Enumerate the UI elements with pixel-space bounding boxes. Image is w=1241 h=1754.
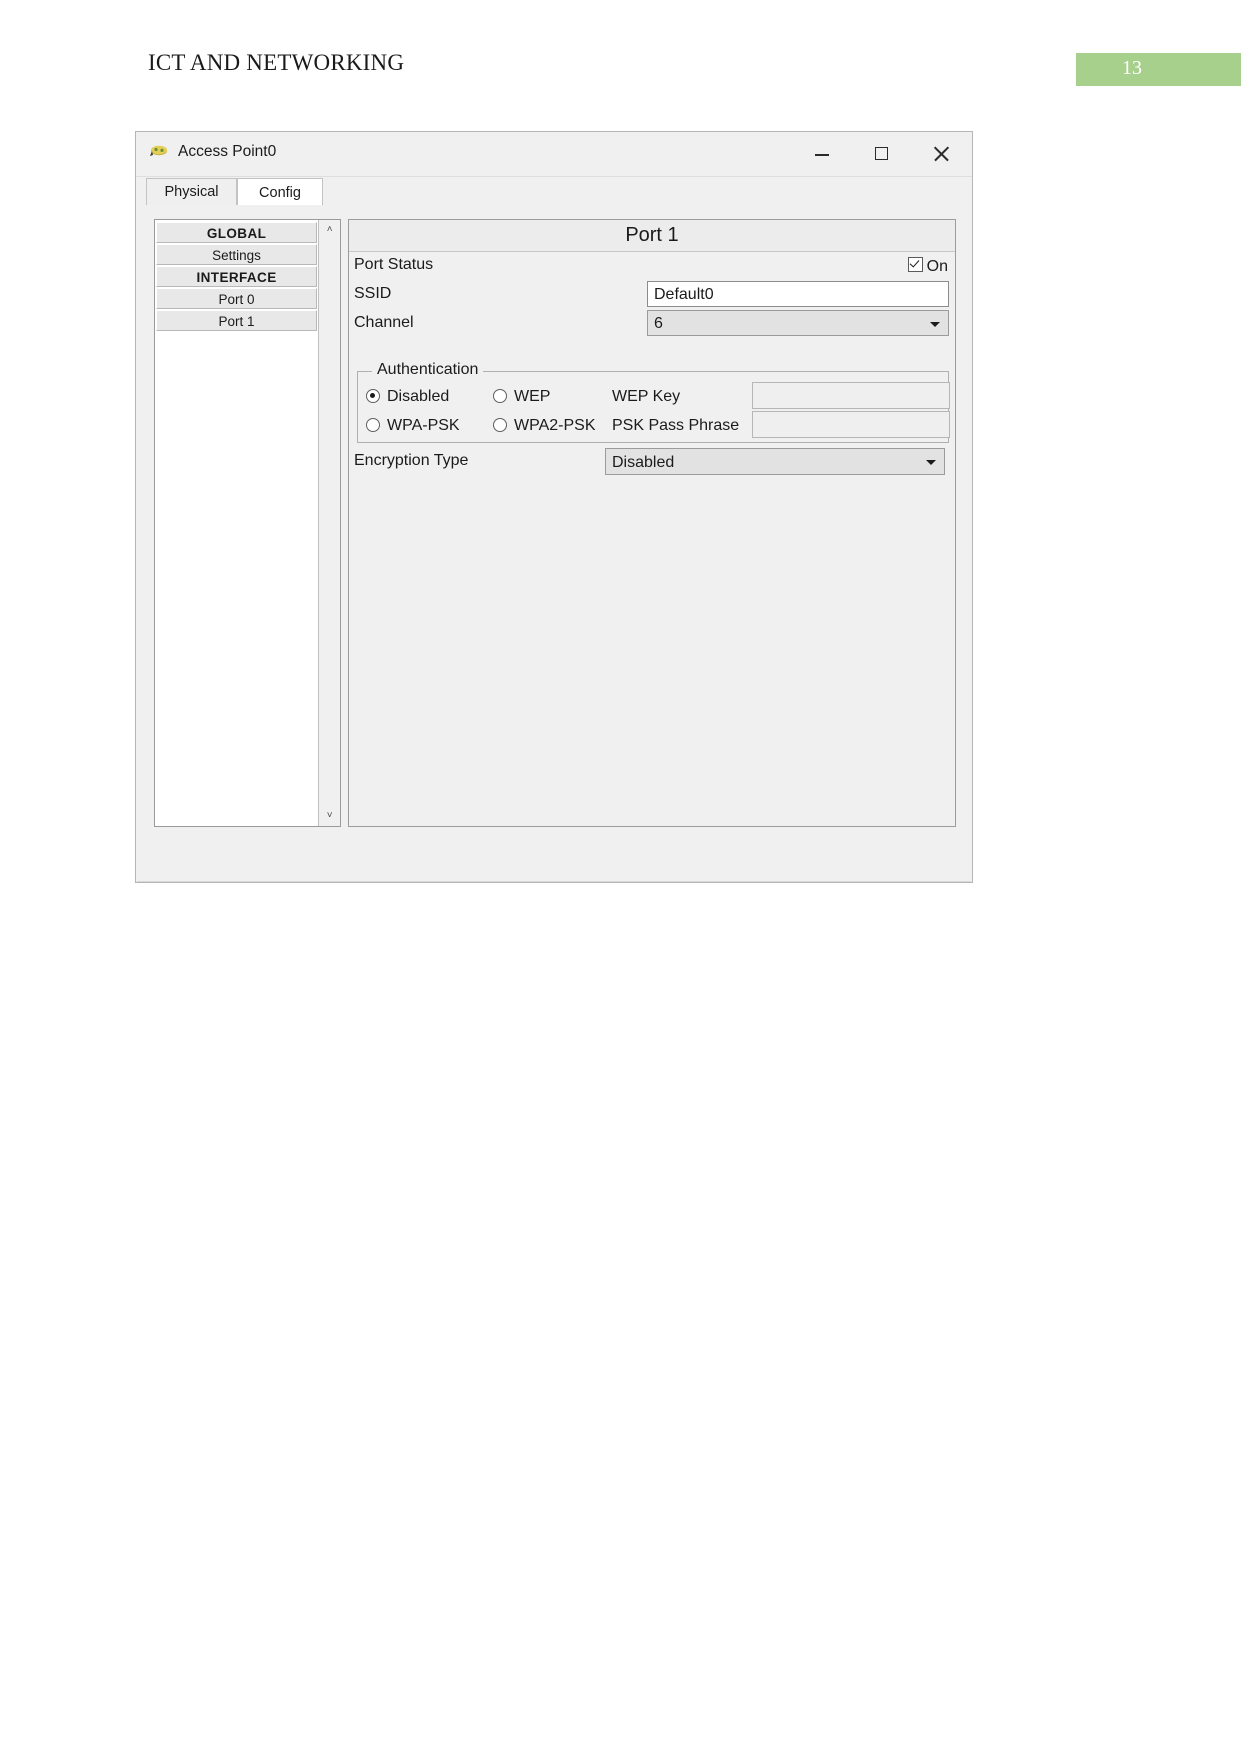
config-tree-list: GLOBAL Settings INTERFACE Port 0 Port 1: [155, 220, 318, 826]
channel-label: Channel: [354, 314, 414, 331]
wep-key-label: WEP Key: [612, 388, 681, 405]
chevron-down-icon: [930, 322, 940, 327]
radio-wpa2-psk[interactable]: WPA2-PSK: [493, 417, 596, 435]
radio-selected-icon: [366, 389, 380, 403]
authentication-group: Authentication Disabled WEP WPA-PSK WPA2…: [357, 361, 950, 443]
radio-unselected-icon: [366, 418, 380, 432]
encryption-type-value: Disabled: [612, 454, 675, 471]
encryption-type-row: Encryption Type Disabled: [349, 448, 955, 477]
authentication-legend: Authentication: [372, 361, 484, 379]
chevron-down-icon: [926, 460, 936, 465]
port-status-label: Port Status: [354, 256, 434, 273]
port-panel-content: Port Status On SSID Default0 Channel 6 A…: [349, 252, 955, 826]
radio-disabled[interactable]: Disabled: [366, 388, 449, 406]
channel-row: Channel 6: [349, 310, 955, 339]
minimize-icon[interactable]: [792, 132, 852, 176]
tabstrip: Physical Config: [136, 176, 972, 206]
port-status-checkbox[interactable]: On: [907, 257, 948, 276]
config-tree: GLOBAL Settings INTERFACE Port 0 Port 1 …: [154, 219, 341, 827]
ssid-input[interactable]: Default0: [647, 281, 949, 307]
tab-config[interactable]: Config: [237, 178, 323, 206]
port-settings-panel: Port 1 Port Status On SSID Default0 Chan…: [348, 219, 956, 827]
page-number-badge: 13: [1076, 53, 1241, 86]
close-icon[interactable]: [912, 132, 972, 176]
radio-wpa-psk-label: WPA-PSK: [387, 417, 460, 434]
checkbox-checked-icon: [907, 257, 923, 272]
psk-pass-phrase-input[interactable]: [752, 411, 950, 438]
sidebar-item-port-0[interactable]: Port 0: [156, 288, 318, 309]
window-titlebar: Access Point0: [136, 132, 972, 177]
access-point-window: Access Point0 Physical Config GLOBAL Set…: [135, 131, 973, 883]
psk-pass-phrase-label: PSK Pass Phrase: [612, 417, 740, 434]
radio-wpa-psk[interactable]: WPA-PSK: [366, 417, 460, 435]
scroll-down-icon[interactable]: ˅: [319, 806, 341, 826]
maximize-icon[interactable]: [852, 132, 912, 176]
radio-unselected-icon: [493, 389, 507, 403]
sidebar-item-global: GLOBAL: [156, 222, 318, 243]
sidebar-item-port-1[interactable]: Port 1: [156, 310, 318, 331]
sidebar-item-interface: INTERFACE: [156, 266, 318, 287]
port-status-row: Port Status On: [349, 252, 955, 281]
encryption-type-select[interactable]: Disabled: [605, 448, 945, 475]
tab-physical[interactable]: Physical: [146, 178, 237, 205]
radio-disabled-label: Disabled: [387, 388, 450, 405]
wep-key-input[interactable]: [752, 382, 950, 409]
scroll-up-icon[interactable]: ˄: [319, 220, 341, 240]
access-point-icon: [149, 143, 171, 163]
channel-value: 6: [654, 315, 663, 332]
channel-select[interactable]: 6: [647, 310, 949, 336]
ssid-row: SSID Default0: [349, 281, 955, 310]
config-tree-scrollbar[interactable]: ˄ ˅: [318, 220, 341, 826]
page-title: ICT AND NETWORKING: [148, 50, 405, 75]
port-panel-title: Port 1: [349, 220, 955, 252]
window-body: GLOBAL Settings INTERFACE Port 0 Port 1 …: [136, 205, 972, 882]
page-number-label: 13: [1122, 57, 1142, 79]
port-status-checkbox-label: On: [926, 258, 948, 275]
document-header: ICT AND NETWORKING 13: [0, 50, 1241, 90]
window-controls: [792, 132, 972, 176]
radio-wep[interactable]: WEP: [493, 388, 550, 406]
window-footer-divider: [137, 881, 971, 882]
encryption-type-label: Encryption Type: [354, 452, 469, 469]
radio-wep-label: WEP: [514, 388, 551, 405]
sidebar-item-settings[interactable]: Settings: [156, 244, 318, 265]
radio-wpa2-psk-label: WPA2-PSK: [514, 417, 596, 434]
ssid-label: SSID: [354, 285, 392, 302]
radio-unselected-icon: [493, 418, 507, 432]
window-title: Access Point0: [178, 143, 277, 160]
